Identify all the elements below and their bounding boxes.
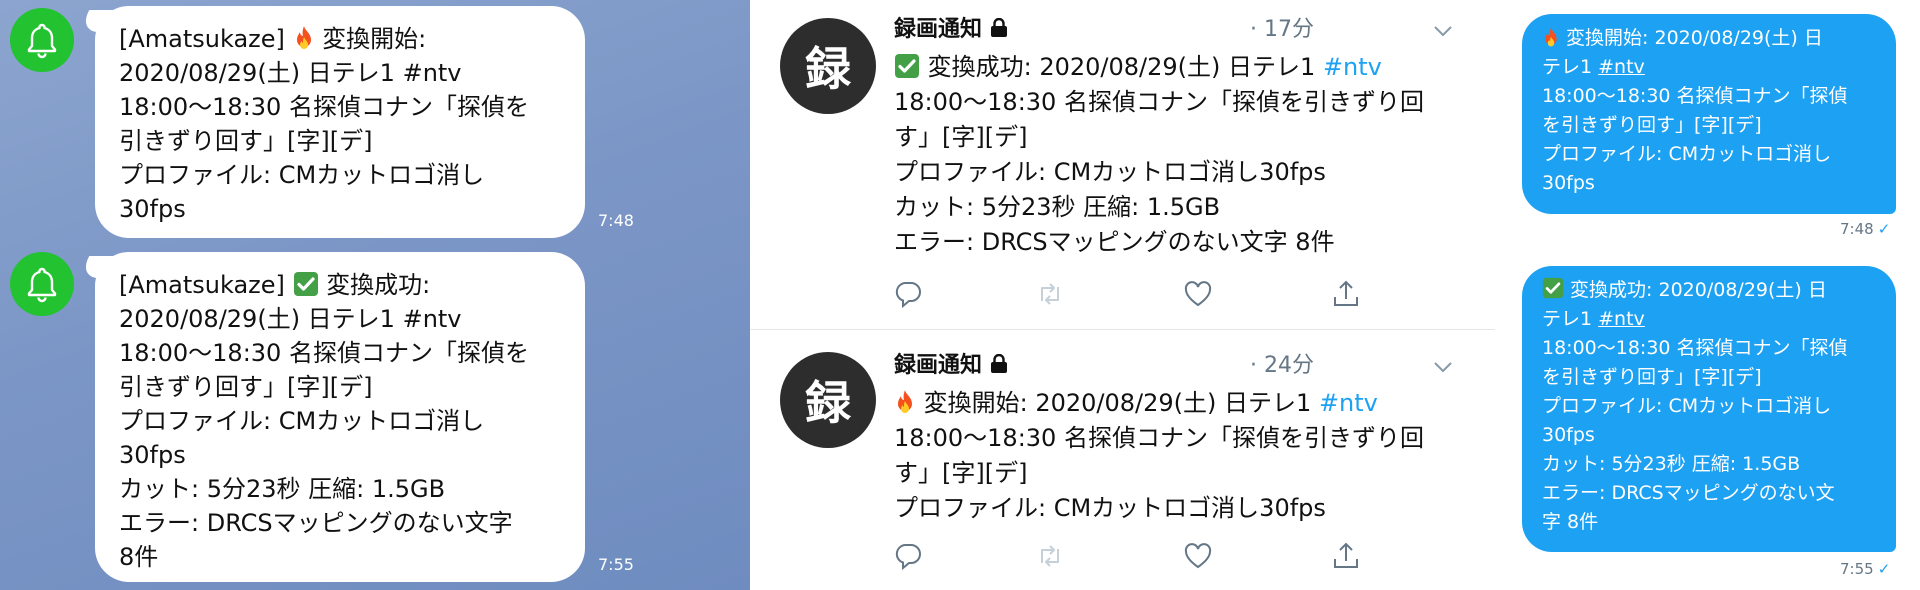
message-head: 変換開始: [322,25,427,53]
tweet-text: 変換成功: 2020/08/29(土) 日テレ1 #ntv 18:00〜18:3… [894,50,1484,260]
dm-text-first: 変換成功: 2020/08/29(土) 日 [1570,279,1827,301]
fire-icon [296,26,311,49]
message-head: 変換成功: [326,271,431,299]
dm-bubble: 変換開始: 2020/08/29(土) 日 テレ1 #ntv 18:00〜18:… [1522,14,1896,214]
tweet-time[interactable]: · 24分 [1250,350,1314,382]
dm-text-first: 変換開始: 2020/08/29(土) 日 [1566,27,1823,49]
sender-name: [Amatsukaze] [119,25,285,53]
dm-bubble: 変換成功: 2020/08/29(土) 日 テレ1 #ntv 18:00〜18:… [1522,266,1896,552]
sent-check-icon: ✓ [1877,220,1891,238]
check-mark-icon [1542,277,1564,299]
tweet-time[interactable]: · 17分 [1250,14,1314,46]
hashtag-link[interactable]: #ntv [1598,308,1645,330]
dm-time-text: 7:55 [1840,560,1874,578]
share-icon[interactable] [1328,276,1364,312]
dm-time-text: 7:48 [1840,220,1874,238]
lock-icon [991,354,1008,373]
dm-timestamp: 7:48 ✓ [1840,220,1890,238]
hashtag-link[interactable]: #ntv [1598,56,1645,78]
tweet-header: 録画通知 [894,14,1008,46]
lock-icon [991,18,1008,37]
line-chat-panel: [Amatsukaze] 変換開始: 2020/08/29(土) 日テレ1 #n… [0,0,750,590]
avatar[interactable]: 録 [780,352,876,448]
message-bubble: [Amatsukaze] 変換成功: 2020/08/29(土) 日テレ1 #n… [95,252,585,582]
fire-icon [898,390,912,413]
fire-icon [1545,27,1557,47]
dm-text-line2: テレ1 [1542,308,1599,330]
tweet-actions [890,538,1358,574]
check-mark-icon [895,54,919,78]
hashtag-link[interactable]: #ntv [1319,389,1378,417]
bell-icon[interactable] [10,252,74,316]
dm-timestamp: 7:55 ✓ [1840,560,1890,578]
dm-text-rest: 18:00〜18:30 名探偵コナン「探偵 を引きずり回す」[字][デ] プロフ… [1542,85,1848,194]
tweet-text: 変換開始: 2020/08/29(土) 日テレ1 #ntv 18:00〜18:3… [894,386,1484,526]
bell-icon[interactable] [10,8,74,72]
message-text: 2020/08/29(土) 日テレ1 #ntv 18:00〜18:30 名探偵コ… [119,59,529,223]
direct-message-panel: 変換開始: 2020/08/29(土) 日 テレ1 #ntv 18:00〜18:… [1495,0,1920,590]
tweet-header: 録画通知 [894,350,1008,382]
account-name[interactable]: 録画通知 [894,17,982,42]
tweet-text-rest: 18:00〜18:30 名探偵コナン「探偵を引きずり回 す」[字][デ] プロフ… [894,424,1424,522]
dm-text-line2: テレ1 [1542,56,1599,78]
chevron-down-icon[interactable] [1432,356,1454,378]
tweet[interactable]: 録 録画通知 · 17分 変換成功: 2020/08/29(土) 日テレ1 #n… [750,0,1495,330]
tweet-text-first: 変換成功: 2020/08/29(土) 日テレ1 [927,53,1323,81]
chevron-down-icon[interactable] [1432,20,1454,42]
dm-text-rest: 18:00〜18:30 名探偵コナン「探偵 を引きずり回す」[字][デ] プロフ… [1542,337,1848,533]
retweet-icon [1032,276,1068,312]
timestamp: 7:55 [598,555,634,574]
retweet-icon [1032,538,1068,574]
message-text: 2020/08/29(土) 日テレ1 #ntv 18:00〜18:30 名探偵コ… [119,305,529,571]
reply-icon[interactable] [890,276,926,312]
twitter-timeline: 録 録画通知 · 17分 変換成功: 2020/08/29(土) 日テレ1 #n… [750,0,1495,590]
tweet[interactable]: 録 録画通知 · 24分 変換開始: 2020/08/29(土) 日テレ1 #n… [750,330,1495,590]
avatar[interactable]: 録 [780,18,876,114]
tweet-text-first: 変換開始: 2020/08/29(土) 日テレ1 [923,389,1319,417]
account-name[interactable]: 録画通知 [894,353,982,378]
reply-icon[interactable] [890,538,926,574]
message-bubble: [Amatsukaze] 変換開始: 2020/08/29(土) 日テレ1 #n… [95,6,585,238]
like-icon[interactable] [1180,276,1216,312]
timestamp: 7:48 [598,211,634,230]
sender-name: [Amatsukaze] [119,271,285,299]
check-mark-icon [293,272,318,296]
sent-check-icon: ✓ [1877,560,1891,578]
hashtag-link[interactable]: #ntv [1323,53,1382,81]
tweet-text-rest: 18:00〜18:30 名探偵コナン「探偵を引きずり回 す」[字][デ] プロフ… [894,88,1424,256]
share-icon[interactable] [1328,538,1364,574]
like-icon[interactable] [1180,538,1216,574]
tweet-actions [890,276,1358,312]
